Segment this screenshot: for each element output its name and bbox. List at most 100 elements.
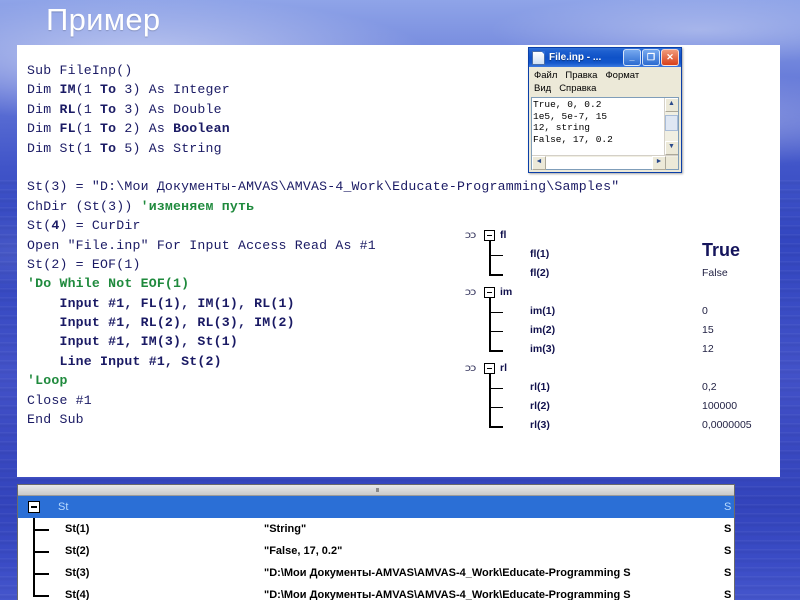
locals-item-name: St(3) bbox=[65, 567, 90, 579]
code-token: (1 bbox=[75, 82, 101, 98]
menu-item-edit[interactable]: Правка bbox=[565, 69, 597, 82]
watch-item-label: im(2) bbox=[530, 324, 556, 336]
scroll-right-icon[interactable]: ► bbox=[652, 155, 666, 170]
glasses-icon: ɔɔ bbox=[464, 287, 477, 298]
code-token: Dim bbox=[27, 121, 60, 137]
watch-item-label: fl(1) bbox=[530, 248, 550, 260]
table-row[interactable]: St(1) "String" S bbox=[18, 518, 734, 540]
code-token: Input #1, IM(3), St(1) bbox=[27, 334, 238, 350]
code-token: Integer bbox=[173, 82, 230, 98]
watch-item-label: fl(2) bbox=[530, 267, 550, 279]
notepad-titlebar[interactable]: File.inp - ... _ ❐ ✕ bbox=[529, 48, 681, 67]
horizontal-scrollbar[interactable]: ◄ ► bbox=[532, 155, 678, 170]
table-row[interactable]: St(4) "D:\Мои Документы-AMVAS\AMVAS-4_Wor… bbox=[18, 584, 734, 600]
menu-item-help[interactable]: Справка bbox=[559, 82, 596, 95]
menu-row-2: Вид Справка bbox=[534, 82, 677, 95]
notepad-title: File.inp - ... bbox=[549, 52, 602, 63]
code-token: RL bbox=[59, 101, 76, 117]
tree-connector bbox=[489, 350, 503, 352]
code-token: St(3) = "D:\Мои Документы-AMVAS\AMVAS-4_… bbox=[27, 179, 620, 195]
code-token: Boolean bbox=[173, 121, 230, 137]
code-token: 3) As bbox=[116, 82, 174, 98]
collapse-expander-icon[interactable] bbox=[484, 230, 495, 241]
collapse-expander-icon[interactable] bbox=[484, 363, 495, 374]
code-token: To bbox=[100, 140, 117, 156]
watch-item-value: 0,2 bbox=[702, 381, 717, 393]
code-token: ChDir (St(3)) bbox=[27, 198, 141, 214]
code-token: Close #1 bbox=[27, 392, 92, 408]
locals-item-type: S bbox=[724, 523, 732, 535]
maximize-button[interactable]: ❐ bbox=[642, 49, 660, 66]
watch-item-label: rl(2) bbox=[530, 400, 550, 412]
watch-group-label: fl bbox=[500, 229, 507, 241]
locals-root-label: St bbox=[58, 501, 69, 513]
table-row[interactable]: St(2) "False, 17, 0.2" S bbox=[18, 540, 734, 562]
watch-item-label: im(1) bbox=[530, 305, 556, 317]
tree-connector bbox=[489, 298, 491, 350]
watch-item-value: False bbox=[702, 267, 728, 279]
panel-notch bbox=[776, 45, 780, 223]
page-title: Пример bbox=[46, 2, 161, 37]
watch-item-label: rl(3) bbox=[530, 419, 550, 431]
code-token: 2) As bbox=[116, 121, 174, 137]
notepad-menubar[interactable]: Файл Правка Формат Вид Справка bbox=[529, 67, 681, 96]
tree-connector bbox=[33, 551, 49, 553]
scroll-left-icon[interactable]: ◄ bbox=[532, 155, 546, 170]
notepad-document-icon bbox=[532, 50, 545, 65]
code-token: Input #1, RL(2), RL(3), IM(2) bbox=[27, 315, 295, 331]
collapse-expander-icon[interactable] bbox=[484, 287, 495, 298]
code-line: ChDir (St(3)) 'изменяем путь bbox=[27, 197, 619, 216]
scroll-up-icon[interactable]: ▲ bbox=[664, 98, 678, 112]
minimize-button[interactable]: _ bbox=[623, 49, 641, 66]
locals-item-type: S bbox=[724, 567, 732, 579]
scroll-down-icon[interactable]: ▼ bbox=[664, 141, 678, 155]
tree-connector bbox=[489, 312, 503, 313]
tree-connector bbox=[489, 331, 503, 332]
tree-connector bbox=[489, 274, 503, 276]
code-comment: 'Loop bbox=[27, 373, 68, 389]
horizontal-scroll-track[interactable] bbox=[546, 156, 652, 169]
locals-item-name: St(1) bbox=[65, 523, 90, 535]
vertical-scrollbar[interactable]: ▲ ▼ bbox=[664, 98, 678, 155]
locals-root-type: S bbox=[724, 501, 732, 513]
watch-tree[interactable]: ɔɔ fl fl(1) True fl(2) False ɔɔ im im(1) 0 im(2) 15… bbox=[462, 226, 762, 458]
code-token: (1 bbox=[75, 101, 101, 117]
tree-connector bbox=[489, 241, 491, 274]
code-token: End Sub bbox=[27, 412, 84, 428]
resize-grip-icon[interactable] bbox=[666, 156, 678, 169]
code-comment: 'изменяем путь bbox=[140, 198, 255, 214]
code-token: To bbox=[100, 121, 117, 137]
notepad-client-area: True, 0, 0.2 1e5, 5e-7, 15 12, string Fa… bbox=[531, 97, 679, 170]
notepad-window[interactable]: File.inp - ... _ ❐ ✕ Файл Правка Формат Ви… bbox=[528, 47, 682, 173]
tree-connector bbox=[33, 529, 49, 531]
locals-panel[interactable]: St S St(1) "String" S St(2) "False, 17, 0.2" S S… bbox=[17, 484, 735, 600]
locals-item-name: St(2) bbox=[65, 545, 90, 557]
menu-item-view[interactable]: Вид bbox=[534, 82, 551, 95]
watch-item-value: 100000 bbox=[702, 400, 738, 412]
code-token: Sub bbox=[27, 63, 60, 78]
code-token: FileInp bbox=[59, 63, 117, 78]
collapse-expander-icon[interactable] bbox=[28, 501, 40, 513]
close-icon[interactable]: ✕ bbox=[661, 49, 679, 66]
menu-item-file[interactable]: Файл bbox=[534, 69, 557, 82]
code-token: 3) As bbox=[116, 101, 174, 117]
panel-splitter[interactable] bbox=[18, 485, 734, 496]
table-row[interactable]: St(3) "D:\Мои Документы-AMVAS\AMVAS-4_Wor… bbox=[18, 562, 734, 584]
locals-root-row[interactable]: St S bbox=[18, 496, 734, 518]
watch-item-value: True bbox=[702, 240, 741, 260]
code-token: Open "File.inp" For Input Access Read As… bbox=[27, 237, 376, 253]
menu-item-format[interactable]: Формат bbox=[605, 69, 639, 82]
tree-connector bbox=[489, 374, 491, 426]
notepad-text-content[interactable]: True, 0, 0.2 1e5, 5e-7, 15 12, string Fa… bbox=[532, 98, 664, 155]
locals-rows: St S St(1) "String" S St(2) "False, 17, 0.2" S S… bbox=[18, 496, 734, 600]
locals-item-value: "D:\Мои Документы-AMVAS\AMVAS-4_Work\Edu… bbox=[264, 567, 631, 579]
tree-connector bbox=[489, 407, 503, 408]
vertical-scroll-thumb[interactable] bbox=[665, 115, 678, 131]
locals-item-value: "False, 17, 0.2" bbox=[264, 545, 343, 557]
code-token: St bbox=[59, 140, 76, 156]
code-token: Dim bbox=[27, 101, 60, 117]
code-token: Dim bbox=[27, 140, 60, 156]
code-token: ) = CurDir bbox=[59, 218, 141, 234]
tree-connector bbox=[489, 388, 503, 389]
code-token: String bbox=[173, 140, 222, 156]
